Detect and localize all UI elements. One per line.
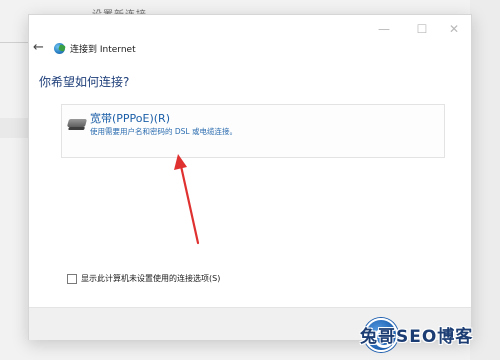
- annotation-arrow-shaft: [179, 164, 200, 245]
- annotation-arrow-head: [174, 154, 187, 170]
- annotation-arrow: [174, 154, 200, 245]
- watermark-text: 兔哥SEO博客: [360, 327, 474, 347]
